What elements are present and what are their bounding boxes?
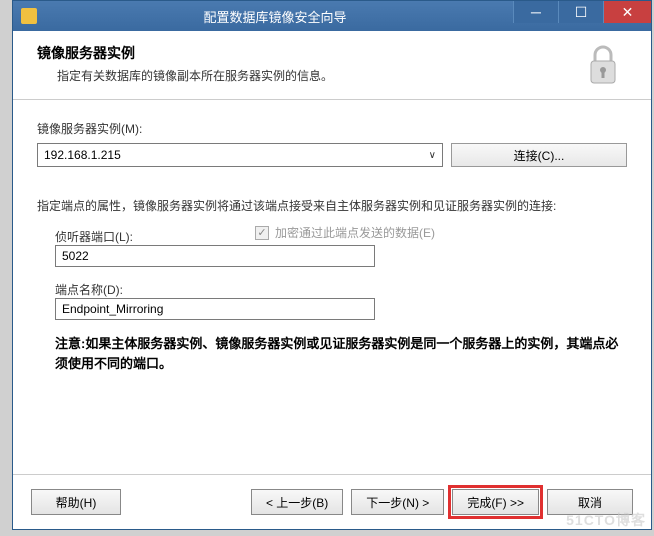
endpoint-name-input[interactable]	[55, 298, 375, 320]
server-row: 192.168.1.215 ∨ 连接(C)...	[37, 143, 627, 167]
back-button[interactable]: < 上一步(B)	[251, 489, 343, 515]
server-value: 192.168.1.215	[44, 148, 429, 162]
encrypt-label: 加密通过此端点发送的数据(E)	[275, 224, 435, 241]
endpoint-fields: ✓ 加密通过此端点发送的数据(E) 侦听器端口(L): 端点名称(D): 注意:…	[55, 228, 627, 373]
maximize-button[interactable]: ☐	[558, 1, 603, 23]
encrypt-checkbox: ✓	[255, 226, 269, 240]
note-text: 注意:如果主体服务器实例、镜像服务器实例或见证服务器实例是同一个服务器上的实例，…	[55, 334, 627, 373]
page-title: 镜像服务器实例	[37, 43, 583, 63]
next-button[interactable]: 下一步(N) >	[351, 489, 444, 515]
encrypt-checkbox-row: ✓ 加密通过此端点发送的数据(E)	[255, 224, 435, 241]
server-combobox[interactable]: 192.168.1.215 ∨	[37, 143, 443, 167]
window-title: 配置数据库镜像安全向导	[37, 7, 513, 26]
chevron-down-icon: ∨	[429, 150, 436, 161]
server-label-row: 镜像服务器实例(M):	[37, 120, 627, 137]
endpoint-description: 指定端点的属性，镜像服务器实例将通过该端点接受来自主体服务器实例和见证服务器实例…	[37, 197, 627, 214]
close-button[interactable]: ✕	[603, 1, 651, 23]
cancel-button[interactable]: 取消	[547, 489, 633, 515]
lock-icon	[583, 43, 623, 91]
help-button[interactable]: 帮助(H)	[31, 489, 121, 515]
wizard-window: 配置数据库镜像安全向导 ─ ☐ ✕ 镜像服务器实例 指定有关数据库的镜像副本所在…	[12, 0, 652, 530]
endpoint-name-group: 端点名称(D):	[55, 281, 627, 320]
finish-button[interactable]: 完成(F) >>	[452, 489, 539, 515]
header-text: 镜像服务器实例 指定有关数据库的镜像副本所在服务器实例的信息。	[37, 43, 583, 84]
server-label: 镜像服务器实例(M):	[37, 122, 142, 136]
minimize-button[interactable]: ─	[513, 1, 558, 23]
window-controls: ─ ☐ ✕	[513, 1, 651, 31]
app-icon	[21, 8, 37, 24]
body-section: 镜像服务器实例(M): 192.168.1.215 ∨ 连接(C)... 指定端…	[13, 100, 651, 474]
endpoint-name-label: 端点名称(D):	[55, 281, 627, 298]
page-subtitle: 指定有关数据库的镜像副本所在服务器实例的信息。	[57, 67, 583, 84]
port-input[interactable]	[55, 245, 375, 267]
connect-button[interactable]: 连接(C)...	[451, 143, 627, 167]
footer: 帮助(H) < 上一步(B) 下一步(N) > 完成(F) >> 取消	[13, 474, 651, 529]
content-area: 镜像服务器实例 指定有关数据库的镜像副本所在服务器实例的信息。 镜像服务器实例(…	[13, 31, 651, 529]
titlebar: 配置数据库镜像安全向导 ─ ☐ ✕	[13, 1, 651, 31]
header-section: 镜像服务器实例 指定有关数据库的镜像副本所在服务器实例的信息。	[13, 31, 651, 100]
